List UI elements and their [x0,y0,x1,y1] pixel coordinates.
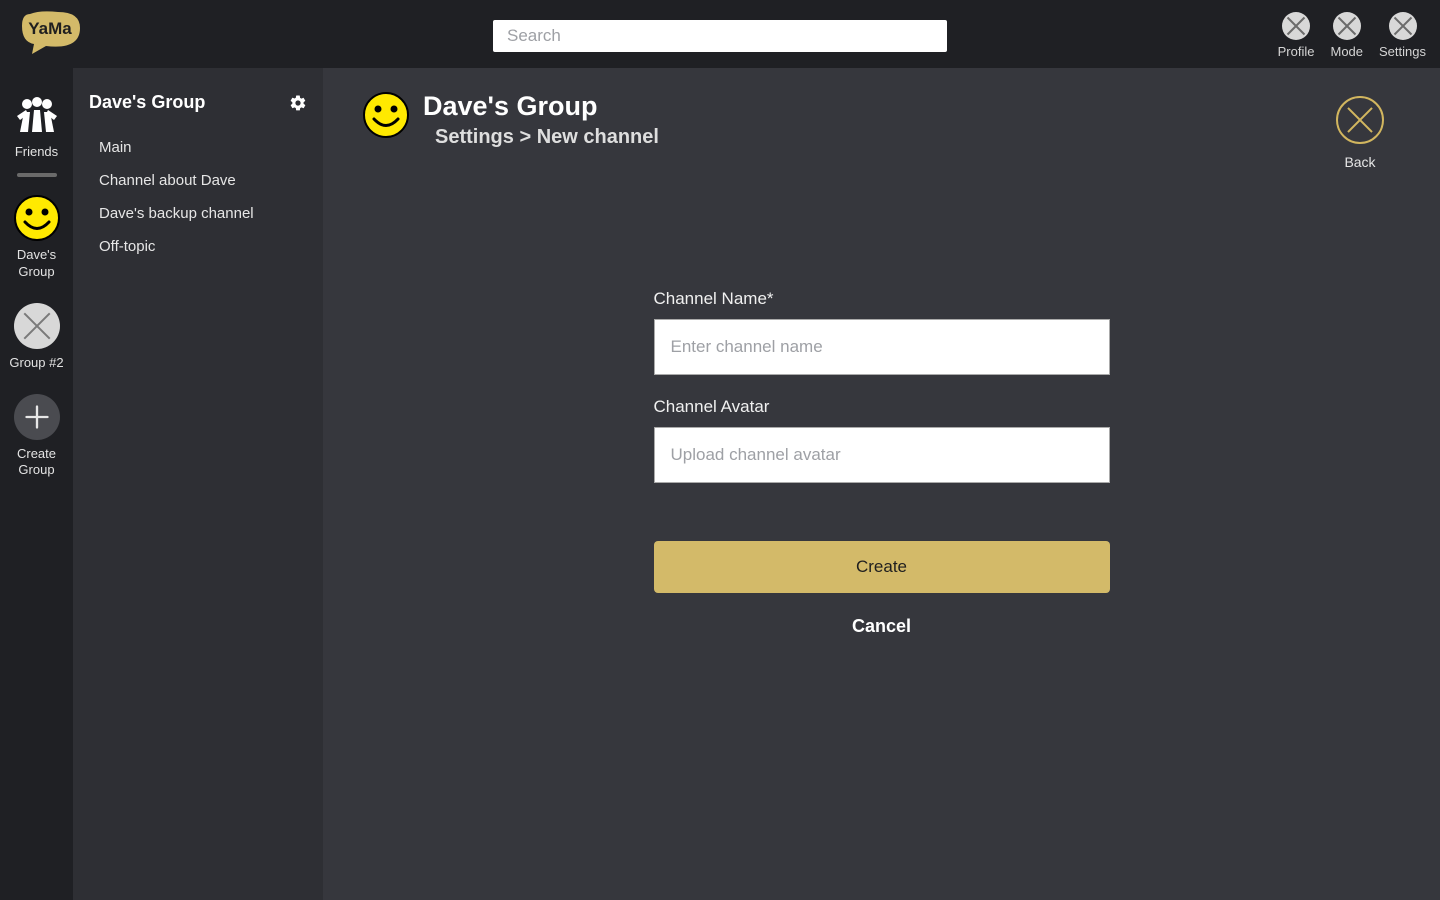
svg-text:YaMa: YaMa [28,19,72,38]
smiley-icon [14,195,60,241]
main-header: Dave's Group Settings > New channel [363,92,1400,149]
profile-icon [1282,12,1310,40]
cancel-button[interactable]: Cancel [654,605,1110,649]
rail-group-daves[interactable]: Dave's Group [0,195,73,281]
mode-label: Mode [1330,44,1363,59]
channel-list: Main Channel about Dave Dave's backup ch… [89,131,307,263]
search-input[interactable] [493,20,947,52]
channel-name-input[interactable] [654,319,1110,375]
rail-friends[interactable]: Friends [0,92,73,161]
group-rail: Friends Dave's Group Group #2 [0,68,73,900]
new-channel-form: Channel Name* Channel Avatar Create Canc… [654,289,1110,649]
close-icon [1336,96,1384,144]
breadcrumb: Settings > New channel [435,126,659,149]
channel-avatar-label: Channel Avatar [654,397,1110,417]
channel-name-label: Channel Name* [654,289,1110,309]
rail-create-group[interactable]: Create Group [0,394,73,480]
sidebar-title: Dave's Group [89,92,205,113]
channel-avatar-input[interactable] [654,427,1110,483]
mode-icon [1333,12,1361,40]
rail-divider [17,173,57,177]
channel-item[interactable]: Off-topic [89,230,307,263]
back-button[interactable]: Back [1336,96,1384,170]
gear-icon[interactable] [289,94,307,112]
group-avatar [363,92,409,138]
create-button[interactable]: Create [654,541,1110,593]
plus-icon [14,394,60,440]
logo: YaMa [20,10,82,58]
friends-icon [14,92,60,138]
channel-item[interactable]: Channel about Dave [89,164,307,197]
profile-label: Profile [1278,44,1315,59]
topright-nav: Profile Mode Settings [1278,12,1426,59]
rail-group-2[interactable]: Group #2 [0,303,73,372]
settings-icon [1389,12,1417,40]
channel-item[interactable]: Main [89,131,307,164]
settings-label: Settings [1379,44,1426,59]
channel-sidebar: Dave's Group Main Channel about Dave Dav… [73,68,323,900]
page-title: Dave's Group [423,92,659,122]
profile-button[interactable]: Profile [1278,12,1315,59]
back-label: Back [1344,154,1375,170]
mode-button[interactable]: Mode [1330,12,1363,59]
settings-button[interactable]: Settings [1379,12,1426,59]
channel-item[interactable]: Dave's backup channel [89,197,307,230]
rail-group-daves-label: Dave's Group [0,247,73,281]
top-bar: YaMa Profile Mode Settings [0,0,1440,68]
main-content: Dave's Group Settings > New channel Back… [323,68,1440,900]
placeholder-icon [14,303,60,349]
rail-create-group-label: Create Group [0,446,73,480]
rail-group-2-label: Group #2 [9,355,63,372]
rail-friends-label: Friends [15,144,58,161]
